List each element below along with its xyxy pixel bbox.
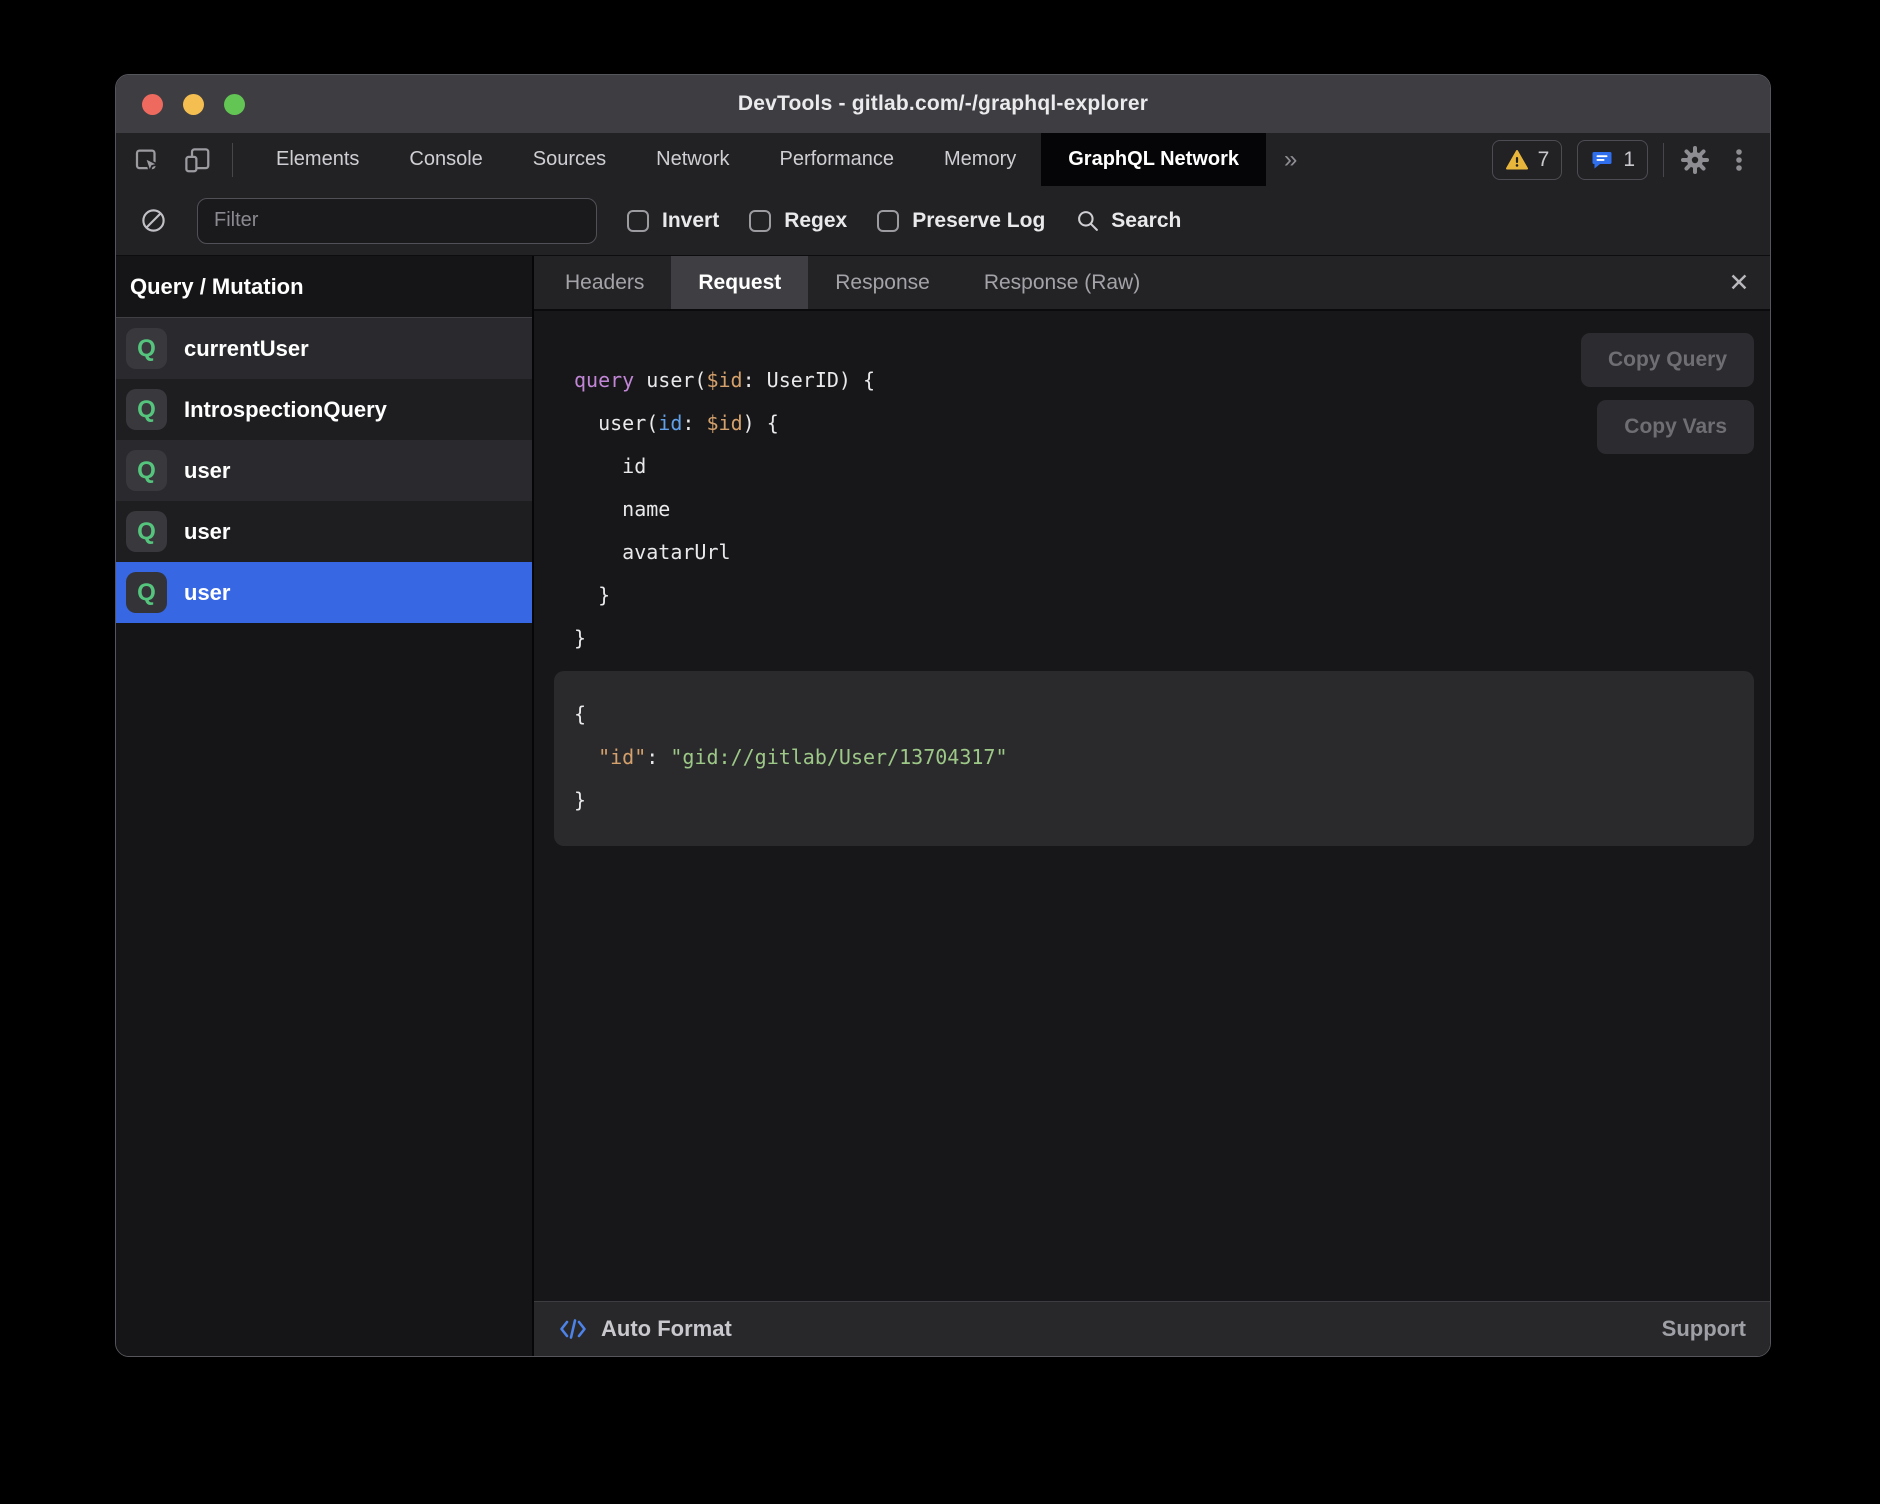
query-list-sidebar: Query / Mutation Q currentUser Q Introsp… <box>116 256 534 1356</box>
tab-response[interactable]: Response <box>808 256 957 309</box>
query-list-item[interactable]: Q IntrospectionQuery <box>116 379 532 440</box>
copy-query-button[interactable]: Copy Query <box>1581 333 1754 387</box>
filter-bar: Invert Regex Preserve Log Search <box>116 186 1770 256</box>
sidebar-header: Query / Mutation <box>116 256 532 318</box>
tab-memory[interactable]: Memory <box>919 133 1041 186</box>
block-requests-icon[interactable] <box>140 207 167 234</box>
graphql-query-code: query user($id: UserID) { user(id: $id) … <box>574 359 875 660</box>
issue-count: 1 <box>1623 148 1635 172</box>
kebab-menu-icon[interactable] <box>1726 145 1752 175</box>
inspect-element-icon[interactable] <box>132 145 162 175</box>
auto-format-toggle[interactable]: Auto Format <box>558 1316 732 1342</box>
preserve-log-label: Preserve Log <box>912 209 1045 233</box>
warning-icon <box>1505 149 1529 171</box>
more-tabs-icon[interactable]: » <box>1266 133 1315 186</box>
tab-console[interactable]: Console <box>384 133 507 186</box>
filter-input[interactable] <box>197 198 597 244</box>
tab-network[interactable]: Network <box>631 133 754 186</box>
query-list-item[interactable]: Q currentUser <box>116 318 532 379</box>
search-icon <box>1075 208 1101 234</box>
issues-badge[interactable]: 1 <box>1577 140 1648 180</box>
query-name: user <box>184 580 230 606</box>
close-detail-icon[interactable]: ✕ <box>1708 256 1770 309</box>
close-window-button[interactable] <box>142 94 163 115</box>
preserve-log-checkbox-group[interactable]: Preserve Log <box>877 209 1045 233</box>
query-list-item[interactable]: Q user <box>116 501 532 562</box>
detail-tab-bar: Headers Request Response Response (Raw) … <box>534 256 1770 311</box>
tab-request[interactable]: Request <box>671 256 808 309</box>
settings-gear-icon[interactable] <box>1679 144 1711 176</box>
devtools-window: DevTools - gitlab.com/-/graphql-explorer… <box>115 74 1771 1357</box>
message-icon <box>1590 148 1614 172</box>
auto-format-label: Auto Format <box>601 1316 732 1342</box>
detail-footer: Auto Format Support <box>534 1301 1770 1356</box>
invert-label: Invert <box>662 209 719 233</box>
query-name: IntrospectionQuery <box>184 397 387 423</box>
device-toolbar-icon[interactable] <box>182 145 212 175</box>
search-label: Search <box>1111 209 1181 233</box>
minimize-window-button[interactable] <box>183 94 204 115</box>
regex-label: Regex <box>784 209 847 233</box>
query-list-item[interactable]: Q user <box>116 440 532 501</box>
query-name: user <box>184 458 230 484</box>
preserve-log-checkbox <box>877 210 899 232</box>
query-type-badge: Q <box>126 511 167 552</box>
tab-sources[interactable]: Sources <box>508 133 631 186</box>
invert-checkbox <box>627 210 649 232</box>
tab-headers[interactable]: Headers <box>538 256 671 309</box>
toolbar-divider <box>232 143 233 177</box>
zoom-window-button[interactable] <box>224 94 245 115</box>
toolbar-divider <box>1663 143 1664 177</box>
support-link[interactable]: Support <box>1662 1316 1746 1342</box>
detail-panel: Headers Request Response Response (Raw) … <box>534 256 1770 1356</box>
query-variables-box: { "id": "gid://gitlab/User/13704317"} <box>554 671 1754 846</box>
query-list-item-selected[interactable]: Q user <box>116 562 532 623</box>
invert-checkbox-group[interactable]: Invert <box>627 209 719 233</box>
copy-vars-button[interactable]: Copy Vars <box>1597 400 1754 454</box>
regex-checkbox <box>749 210 771 232</box>
regex-checkbox-group[interactable]: Regex <box>749 209 847 233</box>
search-toggle[interactable]: Search <box>1075 208 1181 234</box>
request-content: query user($id: UserID) { user(id: $id) … <box>534 311 1770 1301</box>
panel-tabs: Elements Console Sources Network Perform… <box>251 133 1315 186</box>
query-type-badge: Q <box>126 328 167 369</box>
warning-count: 7 <box>1538 148 1550 172</box>
tab-elements[interactable]: Elements <box>251 133 384 186</box>
window-title: DevTools - gitlab.com/-/graphql-explorer <box>738 92 1148 116</box>
code-brackets-icon <box>558 1316 588 1342</box>
warnings-badge[interactable]: 7 <box>1492 140 1563 180</box>
tab-graphql-network[interactable]: GraphQL Network <box>1041 133 1266 186</box>
query-type-badge: Q <box>126 389 167 430</box>
tab-performance[interactable]: Performance <box>755 133 920 186</box>
query-type-badge: Q <box>126 450 167 491</box>
tab-response-raw[interactable]: Response (Raw) <box>957 256 1167 309</box>
devtools-toolbar: Elements Console Sources Network Perform… <box>116 133 1770 186</box>
query-name: user <box>184 519 230 545</box>
title-bar: DevTools - gitlab.com/-/graphql-explorer <box>116 75 1770 133</box>
traffic-lights <box>142 75 245 133</box>
query-type-badge: Q <box>126 572 167 613</box>
query-name: currentUser <box>184 336 309 362</box>
